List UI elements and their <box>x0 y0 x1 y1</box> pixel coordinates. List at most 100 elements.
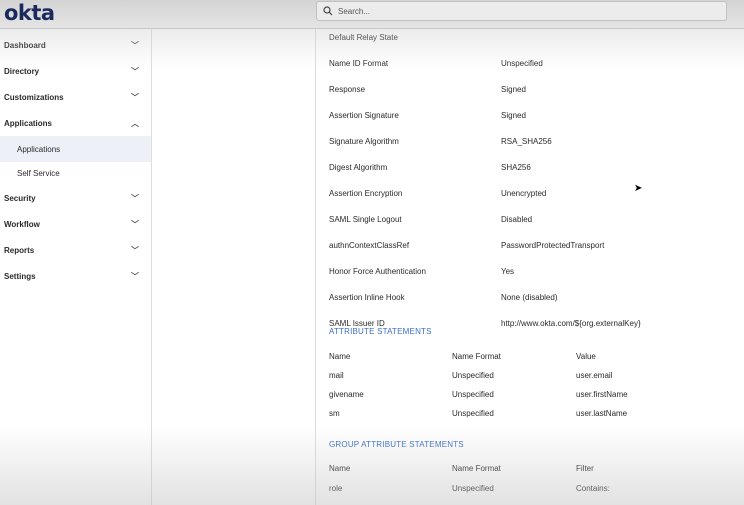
table-cell: mail <box>329 371 344 380</box>
setting-row: Name ID Format Unspecified <box>329 59 729 68</box>
cell-text: Unspecified <box>452 409 494 418</box>
setting-value: Unencrypted <box>501 189 547 198</box>
table-cell: user.firstName <box>576 390 628 399</box>
setting-value: SHA256 <box>501 163 531 172</box>
cell-text: Filter <box>576 464 594 473</box>
setting-row: Signature Algorithm RSA_SHA256 <box>329 137 729 146</box>
cell-text: Name <box>329 464 351 473</box>
setting-label: authnContextClassRef <box>329 241 410 250</box>
table-cell: role <box>329 484 342 493</box>
setting-label: Assertion Inline Hook <box>329 293 405 302</box>
chevron-down-icon[interactable]: ﹀ <box>131 271 139 282</box>
setting-value: Yes <box>501 267 515 276</box>
chevron-up-icon[interactable]: ︿ <box>131 118 139 129</box>
setting-row: Response Signed <box>329 85 729 94</box>
setting-value: PasswordProtectedTransport <box>501 241 605 250</box>
mouse-cursor-icon: ➤ <box>634 183 643 194</box>
sidebar-item-label: Self Service <box>17 168 60 178</box>
table-cell: Unspecified <box>452 390 494 399</box>
sidebar-item-customizations[interactable]: Customizations ﹀ <box>0 84 151 110</box>
setting-label: Response <box>329 85 366 94</box>
cell-text: sm <box>329 409 340 418</box>
setting-row: Default Relay State <box>329 33 729 42</box>
attributes-section-title: ATTRIBUTE STATEMENTS <box>329 327 432 336</box>
chevron-down-icon[interactable]: ﹀ <box>131 245 139 256</box>
sidebar-item-settings[interactable]: Settings ﹀ <box>0 263 151 289</box>
cell-text: Contains: <box>576 484 610 493</box>
cell-text: Value <box>576 352 596 361</box>
cell-text: Name <box>329 352 351 361</box>
chevron-down-icon[interactable]: ﹀ <box>131 219 139 230</box>
sidebar-item-workflow[interactable]: Workflow ﹀ <box>0 211 151 237</box>
sidebar-item-label: Workflow <box>4 219 40 229</box>
table-cell: user.email <box>576 371 612 380</box>
setting-label: SAML Single Logout <box>329 215 402 224</box>
search-icon <box>323 6 333 16</box>
table-cell: sm <box>329 409 340 418</box>
setting-row: authnContextClassRef PasswordProtectedTra… <box>329 241 729 250</box>
setting-value: Disabled <box>501 215 533 224</box>
okta-logo[interactable]: okta <box>4 1 55 25</box>
cell-text: user.firstName <box>576 390 628 399</box>
column-header: Name <box>329 352 350 361</box>
setting-value: RSA_SHA256 <box>501 137 552 146</box>
column-header: Name Format <box>452 464 501 473</box>
sidebar-item-applications[interactable]: Applications <box>0 136 151 162</box>
setting-row: Assertion Signature Signed <box>329 111 729 120</box>
sidebar-item-security[interactable]: Security ﹀ <box>0 185 151 211</box>
sidebar-item-reports[interactable]: Reports ﹀ <box>0 237 151 263</box>
sidebar-item-dashboard[interactable]: Dashboard ﹀ <box>0 32 151 58</box>
setting-value: Unspecified <box>501 59 543 68</box>
sidebar-item-label: Customizations <box>4 92 64 102</box>
setting-label: Default Relay State <box>329 33 398 42</box>
chevron-down-icon[interactable]: ﹀ <box>131 92 139 103</box>
setting-label: Honor Force Authentication <box>329 267 426 276</box>
saml-settings-panel: Default Relay State Name ID Format Unspeci… <box>316 29 744 505</box>
setting-row: SAML Single Logout Disabled <box>329 215 729 224</box>
table-cell: Unspecified <box>452 484 494 493</box>
sidebar-item-label: Applications <box>4 118 53 128</box>
sidebar-item-label: Settings <box>4 271 36 281</box>
setting-label: Signature Algorithm <box>329 137 399 146</box>
chevron-down-icon[interactable]: ﹀ <box>131 40 139 51</box>
sidebar-item-label: Applications <box>17 144 61 154</box>
sidebar: Dashboard ﹀ Directory ﹀ Customizations ﹀ Appli… <box>0 29 152 505</box>
setting-label: Assertion Signature <box>329 111 399 120</box>
setting-row: Assertion Inline Hook None (disabled) <box>329 293 729 302</box>
column-header: Name Format <box>452 352 501 361</box>
redacted-value <box>611 484 652 493</box>
sidebar-item-label: Security <box>4 193 36 203</box>
setting-label: Assertion Encryption <box>329 189 403 198</box>
table-cell: givename <box>329 390 364 399</box>
setting-value: http://www.okta.com/${org.externalKey} <box>501 319 641 328</box>
setting-row: Assertion Encryption Unencrypted <box>329 189 729 198</box>
setting-value: None (disabled) <box>501 293 558 302</box>
cell-text: Name Format <box>452 352 501 361</box>
search-input[interactable]: Search... <box>316 1 727 21</box>
search-placeholder: Search... <box>338 6 371 16</box>
sidebar-item-label: Dashboard <box>4 40 46 50</box>
cell-text: role <box>329 484 343 493</box>
chevron-down-icon[interactable]: ﹀ <box>131 193 139 204</box>
setting-value: Signed <box>501 111 526 120</box>
setting-value: Signed <box>501 85 526 94</box>
cell-text: user.email <box>576 371 613 380</box>
setting-label: Name ID Format <box>329 59 389 68</box>
table-cell: Unspecified <box>452 371 494 380</box>
cell-text: user.lastName <box>576 409 628 418</box>
cell-text: Name Format <box>452 464 501 473</box>
sidebar-item-directory[interactable]: Directory ﹀ <box>0 58 151 84</box>
sidebar-item-label: Reports <box>4 245 35 255</box>
sidebar-item-self-service[interactable]: Self Service <box>0 160 151 186</box>
cell-text: Unspecified <box>452 371 494 380</box>
chevron-down-icon[interactable]: ﹀ <box>131 66 139 77</box>
table-cell: Unspecified <box>452 409 494 418</box>
column-header: Name <box>329 464 350 473</box>
spacer-column <box>152 29 316 505</box>
cell-text: Unspecified <box>452 390 494 399</box>
column-header: Filter <box>576 464 594 473</box>
setting-row: Digest Algorithm SHA256 <box>329 163 729 172</box>
cell-text: givename <box>329 390 364 399</box>
setting-label: Digest Algorithm <box>329 163 388 172</box>
sidebar-item-applications[interactable]: Applications ︿ <box>0 110 151 136</box>
